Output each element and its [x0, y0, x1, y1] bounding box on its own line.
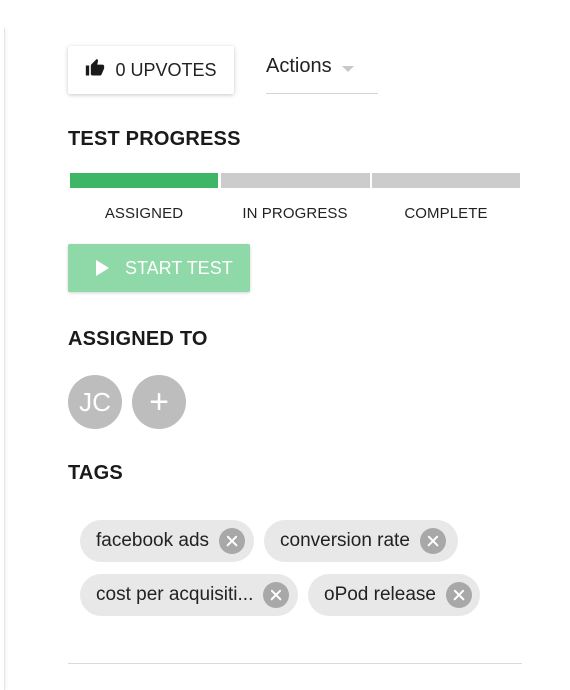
- close-circle-icon[interactable]: [263, 582, 290, 608]
- avatar-initials: JC: [79, 386, 111, 417]
- stage-label-assigned: ASSIGNED: [104, 205, 184, 222]
- close-circle-icon[interactable]: [419, 528, 446, 554]
- test-progress-title: TEST PROGRESS: [68, 128, 241, 150]
- progress-segment-assigned: [70, 173, 218, 188]
- progress-segment-complete: [372, 173, 520, 188]
- actions-label: Actions: [266, 55, 332, 77]
- section-divider: [68, 663, 522, 664]
- start-test-label: START TEST: [125, 257, 233, 278]
- tag-chip: facebook ads: [80, 520, 254, 562]
- actions-dropdown[interactable]: Actions: [266, 50, 378, 94]
- add-assignee-button[interactable]: +: [132, 375, 186, 429]
- progress-segment-in-progress: [221, 173, 370, 188]
- tags-title: TAGS: [68, 462, 123, 484]
- tag-label: cost per acquisiti...: [96, 584, 254, 605]
- assigned-to-title: ASSIGNED TO: [68, 328, 208, 350]
- start-test-button[interactable]: START TEST: [68, 244, 250, 292]
- progress-bar: [68, 173, 520, 188]
- panel-left-edge: [0, 28, 5, 690]
- chevron-down-icon: [341, 66, 354, 72]
- tag-label: oPod release: [324, 584, 436, 605]
- tag-chip: conversion rate: [264, 520, 458, 562]
- plus-icon: +: [149, 383, 169, 421]
- upvote-button[interactable]: 0 UPVOTES: [68, 46, 234, 94]
- stage-label-in-progress: IN PROGRESS: [242, 205, 348, 222]
- upvote-label: 0 UPVOTES: [115, 59, 217, 80]
- play-icon: [96, 260, 109, 276]
- thumbs-up-icon: [85, 58, 105, 83]
- tag-chip: oPod release: [308, 574, 480, 616]
- tag-label: facebook ads: [96, 530, 210, 551]
- close-circle-icon[interactable]: [219, 528, 246, 554]
- tag-chip: cost per acquisiti...: [80, 574, 298, 616]
- close-circle-icon[interactable]: [445, 582, 472, 608]
- tag-label: conversion rate: [280, 530, 410, 551]
- avatar[interactable]: JC: [68, 375, 122, 429]
- stage-label-complete: COMPLETE: [404, 205, 488, 222]
